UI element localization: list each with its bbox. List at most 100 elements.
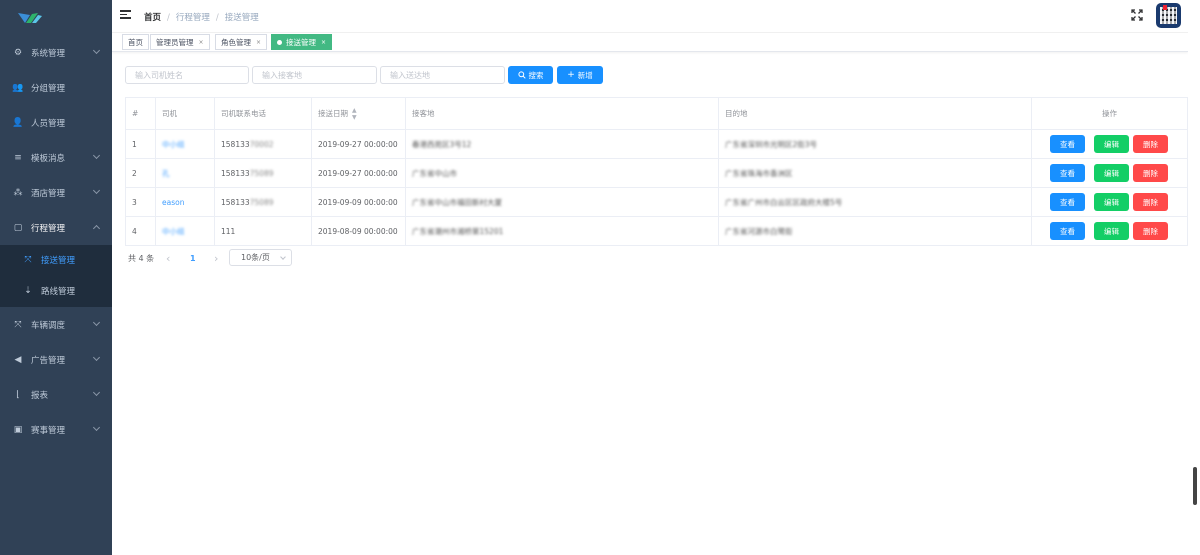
breadcrumb-current: 接送管理 (224, 13, 259, 23)
avatar[interactable] (1156, 3, 1181, 28)
table-row: 1 中小组 15813370002 2019-09-27 00:00:00 春港西苑区3… (125, 129, 1188, 159)
destination-cell: 广东省河源市白鹭街 (718, 216, 1032, 246)
sidebar-item-12[interactable]: ▣ 赛事管理 (0, 412, 112, 447)
chevron-down-icon (92, 388, 101, 397)
actions-cell: 查看 编辑 删除 (1031, 129, 1188, 159)
fullscreen-icon[interactable] (1131, 9, 1143, 21)
edit-button[interactable]: 编辑 (1094, 135, 1129, 153)
prev-page-icon[interactable]: ‹ (166, 250, 170, 266)
phone-value: 111 (221, 226, 236, 236)
delete-button[interactable]: 删除 (1133, 193, 1168, 211)
sort-icon[interactable]: ▲ ▼ (352, 107, 357, 121)
close-icon[interactable]: × (199, 39, 204, 46)
row-index: 2 (125, 158, 156, 188)
sidebar-item-8[interactable]: ⇣ 路线管理 (0, 275, 112, 307)
breadcrumb-separator: / (215, 13, 219, 23)
destination-value: 广东省广州市白云区区政府大楼5号 (725, 197, 843, 207)
breadcrumb: 首页 / 行程管理 / 接送管理 (144, 11, 259, 23)
sidebar-item-label: 行程管理 (31, 223, 66, 234)
sidebar-item-5[interactable]: ⁂ 酒店管理 (0, 175, 112, 210)
tag-label: 首页 (128, 37, 143, 47)
destination-value: 广东省珠海市香洲区 (725, 168, 793, 178)
driver-cell: 中小组 (155, 216, 215, 246)
sidebar-item-4[interactable]: ≡ 模板消息 (0, 140, 112, 175)
pickup-cell: 广东省中山市 (405, 158, 719, 188)
pickup-table: # 司机 司机联系电话 接送日期 ▲ ▼ 接客地 目的地 操作 1 中小组 158133… (125, 97, 1188, 246)
column-header-date[interactable]: 接送日期 ▲ ▼ (311, 97, 406, 130)
driver-cell: eason (155, 187, 215, 217)
view-button[interactable]: 查看 (1050, 222, 1085, 240)
logo[interactable] (0, 0, 112, 35)
table-row: 3 eason 15813375089 2019-09-09 00:00:00 广东省中… (125, 187, 1188, 217)
avatar-flag (1163, 5, 1167, 10)
plus-icon: + (567, 70, 575, 80)
search-button[interactable]: 搜索 (508, 66, 553, 84)
next-page-icon[interactable]: › (214, 250, 218, 266)
sidebar-item-2[interactable]: 👥 分组管理 (0, 70, 112, 105)
view-button[interactable]: 查看 (1050, 135, 1085, 153)
delete-button[interactable]: 删除 (1133, 135, 1168, 153)
table-body: 1 中小组 15813370002 2019-09-27 00:00:00 春港西苑区3… (125, 129, 1188, 246)
chevron-down-icon (92, 151, 101, 160)
tag-pickup-management[interactable]: 接送管理 × (271, 34, 333, 50)
sidebar-item-7[interactable]: ⤧ 接送管理 (0, 245, 112, 275)
table-header-row: # 司机 司机联系电话 接送日期 ▲ ▼ 接客地 目的地 操作 (125, 97, 1188, 130)
pickup-location-input[interactable]: 输入接客地 (252, 66, 377, 84)
driver-link[interactable]: 中小组 (162, 140, 185, 149)
search-button-label: 搜索 (528, 70, 544, 80)
edit-button[interactable]: 编辑 (1094, 193, 1129, 211)
sidebar-item-9[interactable]: ⤧ 车辆调度 (0, 307, 112, 342)
page-size-select[interactable]: 10条/页 (229, 249, 292, 266)
column-header-phone: 司机联系电话 (214, 97, 312, 130)
driver-link[interactable]: 孔 (162, 169, 170, 178)
user-icon: 👤 (12, 117, 24, 128)
edit-button[interactable]: 编辑 (1094, 164, 1129, 182)
swap-icon: ⤧ (14, 319, 22, 330)
close-icon[interactable]: × (256, 39, 261, 46)
gear-icon: ⚙ (13, 47, 23, 58)
sidebar-item-11[interactable]: ⌊ 报表 (0, 377, 112, 412)
sidebar-item-label: 报表 (31, 390, 49, 401)
sidebar-item-label: 系统管理 (31, 48, 66, 59)
driver-link[interactable]: eason (162, 198, 184, 207)
destination-value: 广东省河源市白鹭街 (725, 226, 793, 236)
scrollbar-thumb[interactable] (1193, 467, 1197, 505)
close-icon[interactable]: × (321, 39, 326, 46)
page-size-value: 10条/页 (241, 253, 270, 262)
page-number[interactable]: 1 (190, 250, 196, 266)
delete-button[interactable]: 删除 (1133, 164, 1168, 182)
list-icon: ≡ (14, 152, 22, 163)
chevron-down-icon (92, 318, 101, 327)
tag-home[interactable]: 首页 (122, 34, 149, 50)
breadcrumb-home[interactable]: 首页 (144, 13, 161, 23)
tag-admin-management[interactable]: 管理员管理 × (150, 34, 210, 50)
sidebar-item-1[interactable]: ⚙ 系统管理 (0, 35, 112, 70)
sidebar-item-label: 分组管理 (31, 83, 66, 94)
actions-cell: 查看 编辑 删除 (1031, 216, 1188, 246)
sidebar-item-label: 模板消息 (31, 153, 66, 164)
dropoff-location-input[interactable]: 输入送达地 (380, 66, 505, 84)
row-index: 3 (125, 187, 156, 217)
view-button[interactable]: 查看 (1050, 164, 1085, 182)
table-row: 2 孔 15813375089 2019-09-27 00:00:00 广东省中山市 广东… (125, 158, 1188, 188)
hamburger-icon[interactable] (120, 10, 131, 20)
sidebar-item-10[interactable]: ◀ 广告管理 (0, 342, 112, 377)
driver-link[interactable]: 中小组 (162, 227, 185, 236)
sidebar-item-label: 广告管理 (31, 355, 66, 366)
breadcrumb-separator: / (167, 13, 170, 23)
pickup-value: 广东省潮州市湘桥第15201 (412, 226, 504, 236)
add-button[interactable]: + 新增 (557, 66, 603, 84)
sidebar-item-6[interactable]: ▢ 行程管理 (0, 210, 112, 245)
sidebar-item-3[interactable]: 👤 人员管理 (0, 105, 112, 140)
chevron-down-icon (92, 186, 101, 195)
driver-name-input[interactable]: 输入司机姓名 (125, 66, 249, 84)
delete-button[interactable]: 删除 (1133, 222, 1168, 240)
phone-cell: 111 (214, 216, 312, 246)
phone-tail: 75089 (249, 168, 274, 178)
destination-value: 广东省深圳市光明区2街3号 (725, 139, 818, 149)
edit-button[interactable]: 编辑 (1094, 222, 1129, 240)
chevron-down-icon (92, 423, 101, 432)
view-button[interactable]: 查看 (1050, 193, 1085, 211)
tag-role-management[interactable]: 角色管理 × (215, 34, 268, 50)
date-cell: 2019-08-09 00:00:00 (311, 216, 406, 246)
